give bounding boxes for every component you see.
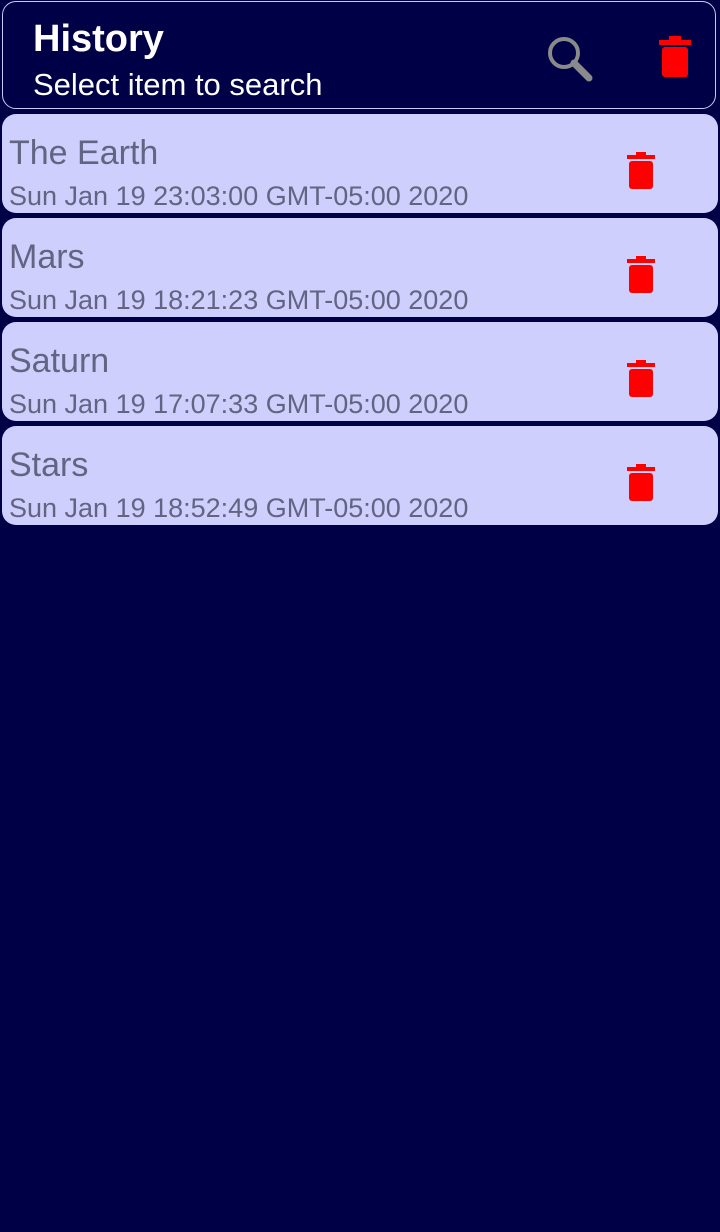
page-title: History	[33, 18, 164, 60]
search-button[interactable]	[543, 32, 597, 86]
history-item[interactable]: Mars Sun Jan 19 18:21:23 GMT-05:00 2020	[2, 218, 718, 317]
trash-icon	[627, 360, 655, 397]
trash-icon	[627, 152, 655, 189]
history-item-title: Saturn	[9, 342, 110, 380]
trash-icon	[627, 464, 655, 501]
history-item[interactable]: Stars Sun Jan 19 18:52:49 GMT-05:00 2020	[2, 426, 718, 525]
history-list: The Earth Sun Jan 19 23:03:00 GMT-05:00 …	[2, 114, 718, 530]
app-header: History Select item to search	[2, 1, 716, 109]
delete-item-button[interactable]	[626, 464, 656, 502]
trash-icon	[659, 36, 691, 77]
trash-icon	[627, 256, 655, 293]
history-item[interactable]: Saturn Sun Jan 19 17:07:33 GMT-05:00 202…	[2, 322, 718, 421]
delete-item-button[interactable]	[626, 152, 656, 190]
search-icon	[548, 37, 593, 82]
history-item-date: Sun Jan 19 18:52:49 GMT-05:00 2020	[9, 493, 469, 523]
history-item-title: The Earth	[9, 134, 159, 172]
page-subtitle: Select item to search	[33, 67, 323, 102]
history-item-date: Sun Jan 19 23:03:00 GMT-05:00 2020	[9, 181, 469, 211]
delete-item-button[interactable]	[626, 256, 656, 294]
history-item[interactable]: The Earth Sun Jan 19 23:03:00 GMT-05:00 …	[2, 114, 718, 213]
delete-item-button[interactable]	[626, 360, 656, 398]
history-item-date: Sun Jan 19 17:07:33 GMT-05:00 2020	[9, 389, 469, 419]
history-item-title: Stars	[9, 446, 89, 484]
history-item-date: Sun Jan 19 18:21:23 GMT-05:00 2020	[9, 285, 469, 315]
delete-all-button[interactable]	[655, 36, 695, 80]
history-item-title: Mars	[9, 238, 85, 276]
